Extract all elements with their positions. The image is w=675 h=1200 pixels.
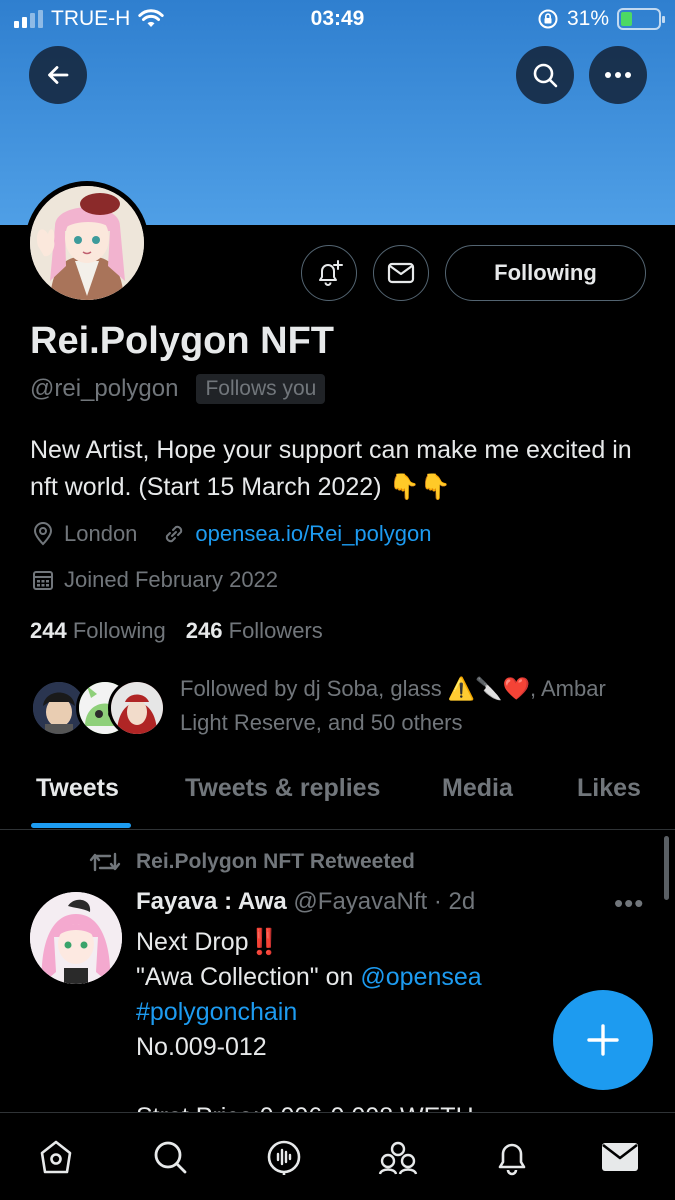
following-count: 244 bbox=[30, 618, 67, 643]
tweet-author-avatar[interactable] bbox=[30, 892, 122, 984]
tweet-body: Next Drop‼️ "Awa Collection" on @opensea… bbox=[136, 925, 556, 1112]
followers-count: 246 bbox=[185, 618, 223, 643]
following-stat[interactable]: 244 Following bbox=[30, 618, 166, 644]
retweet-row: Rei.Polygon NFT Retweeted bbox=[88, 850, 415, 874]
followed-by-text[interactable]: Followed by dj Soba, glass ⚠️🔪❤️, Ambar … bbox=[180, 672, 650, 740]
following-label: Following bbox=[72, 618, 166, 643]
tweet-time: · 2d bbox=[433, 888, 476, 915]
profile-bio: New Artist, Hope your support can make m… bbox=[30, 436, 632, 501]
tweet-text: "Awa Collection" on bbox=[136, 963, 361, 991]
communities-icon bbox=[378, 1141, 418, 1175]
tab-likes[interactable]: Likes bbox=[577, 774, 641, 803]
joined-row: Joined February 2022 bbox=[30, 567, 278, 593]
profile-website-link[interactable]: opensea.io/Rei_polygon bbox=[195, 521, 431, 547]
scrollbar[interactable] bbox=[664, 836, 669, 900]
battery-charging-icon bbox=[617, 8, 665, 30]
handle-row: @rei_polygon Follows you bbox=[30, 374, 326, 404]
location-pin-icon bbox=[30, 521, 56, 547]
tweet-author-name[interactable]: Fayava : Awa bbox=[136, 888, 287, 915]
follower-avatar bbox=[108, 679, 166, 737]
orientation-lock-icon bbox=[538, 9, 558, 29]
tweet-line: Strat Price:0.006-0.008 WETH bbox=[136, 1100, 556, 1112]
followers-label: Followers bbox=[228, 618, 323, 643]
back-button[interactable] bbox=[29, 46, 87, 104]
profile-name: Rei.Polygon NFT bbox=[30, 320, 334, 362]
arrow-left-icon bbox=[48, 66, 69, 84]
search-icon bbox=[533, 63, 558, 88]
active-tab-indicator bbox=[31, 823, 131, 828]
messages-icon bbox=[602, 1143, 638, 1171]
search-icon bbox=[154, 1141, 187, 1174]
profile-handle: @rei_polygon bbox=[30, 375, 179, 402]
bell-plus-icon bbox=[319, 260, 343, 286]
tweet-more-icon[interactable]: ••• bbox=[614, 888, 644, 919]
notify-button[interactable] bbox=[301, 245, 357, 301]
battery-level bbox=[621, 12, 633, 26]
retweet-label: Rei.Polygon NFT Retweeted bbox=[136, 850, 415, 873]
following-button[interactable]: Following bbox=[445, 245, 646, 301]
more-horizontal-icon bbox=[605, 72, 631, 78]
nav-messages[interactable] bbox=[598, 1135, 642, 1179]
nav-notifications[interactable] bbox=[490, 1135, 534, 1179]
tweet-line: "Awa Collection" on @opensea bbox=[136, 960, 556, 995]
tweet-line: No.009-012 bbox=[136, 1033, 267, 1061]
status-right: 31% bbox=[537, 7, 665, 31]
link-icon bbox=[161, 521, 187, 547]
avatar-illustration bbox=[30, 186, 144, 300]
tweet-mention-link[interactable]: @opensea bbox=[360, 963, 481, 991]
nav-search[interactable] bbox=[148, 1135, 192, 1179]
profile-location: London bbox=[64, 521, 138, 546]
compose-tweet-button[interactable] bbox=[553, 990, 653, 1090]
nav-communities[interactable] bbox=[376, 1135, 420, 1179]
profile-avatar[interactable] bbox=[25, 181, 149, 305]
bottom-navigation bbox=[0, 1112, 675, 1200]
notifications-icon bbox=[498, 1143, 526, 1176]
plus-icon bbox=[587, 1024, 619, 1056]
follow-stats: 244 Following 246 Followers bbox=[30, 618, 323, 644]
tweet-hashtag-link[interactable]: #polygonchain bbox=[136, 995, 556, 1030]
tweet-header: Fayava : Awa @FayavaNft · 2d bbox=[136, 888, 475, 916]
tweet-line: Next Drop‼️ bbox=[136, 928, 280, 956]
calendar-icon bbox=[30, 567, 56, 593]
status-bar: TRUE-H 03:49 31% bbox=[0, 0, 675, 40]
follows-you-badge: Follows you bbox=[196, 374, 326, 404]
nav-home[interactable] bbox=[34, 1135, 78, 1179]
home-icon bbox=[40, 1140, 72, 1174]
tab-tweets-replies[interactable]: Tweets & replies bbox=[185, 774, 380, 803]
message-button[interactable] bbox=[373, 245, 429, 301]
profile-joined: Joined February 2022 bbox=[64, 567, 279, 592]
retweet-icon bbox=[89, 852, 121, 872]
spaces-icon bbox=[267, 1140, 301, 1175]
followers-stat[interactable]: 246 Followers bbox=[186, 618, 323, 644]
nav-spaces[interactable] bbox=[262, 1135, 306, 1179]
tab-tweets[interactable]: Tweets bbox=[36, 774, 119, 803]
profile-tabs: Tweets Tweets & replies Media Likes bbox=[0, 760, 675, 830]
search-button[interactable] bbox=[516, 46, 574, 104]
tweet-author-handle[interactable]: @FayavaNft bbox=[293, 888, 427, 915]
location-link-row: London opensea.io/Rei_polygon bbox=[30, 521, 432, 547]
envelope-icon bbox=[387, 262, 415, 284]
more-button[interactable] bbox=[589, 46, 647, 104]
tab-media[interactable]: Media bbox=[442, 774, 513, 803]
battery-percent: 31% bbox=[566, 7, 609, 30]
